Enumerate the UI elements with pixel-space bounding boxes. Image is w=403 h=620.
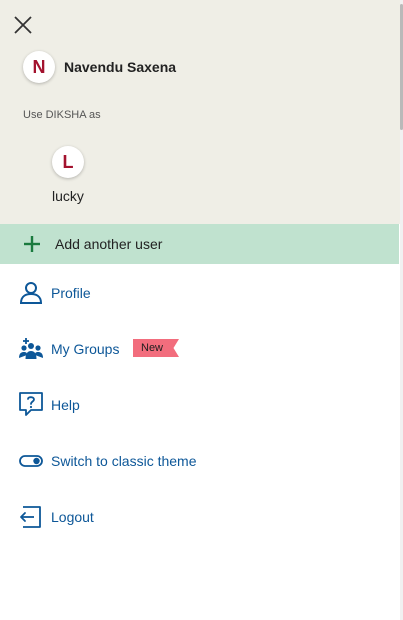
new-badge: New bbox=[133, 339, 179, 357]
help-icon bbox=[19, 392, 43, 416]
current-user-name: Navendu Saxena bbox=[64, 59, 177, 75]
profile-icon bbox=[19, 282, 43, 304]
close-icon[interactable] bbox=[12, 14, 34, 36]
use-as-label: Use DIKSHA as bbox=[23, 109, 101, 121]
add-another-user-label: Add another user bbox=[55, 236, 163, 252]
switch-user-name[interactable]: lucky bbox=[52, 188, 84, 204]
menu-label-logout: Logout bbox=[51, 509, 94, 525]
menu-label-switch-theme: Switch to classic theme bbox=[51, 453, 197, 469]
toggle-icon bbox=[19, 455, 43, 467]
menu-label-help: Help bbox=[51, 397, 80, 413]
groups-icon bbox=[19, 338, 43, 359]
plus-icon bbox=[24, 236, 40, 252]
switch-user-avatar[interactable]: L bbox=[52, 146, 84, 178]
menu-label-my-groups: My Groups bbox=[51, 341, 120, 357]
logout-icon bbox=[20, 506, 41, 528]
menu-label-profile: Profile bbox=[51, 285, 91, 301]
current-user-avatar: N bbox=[23, 51, 55, 83]
